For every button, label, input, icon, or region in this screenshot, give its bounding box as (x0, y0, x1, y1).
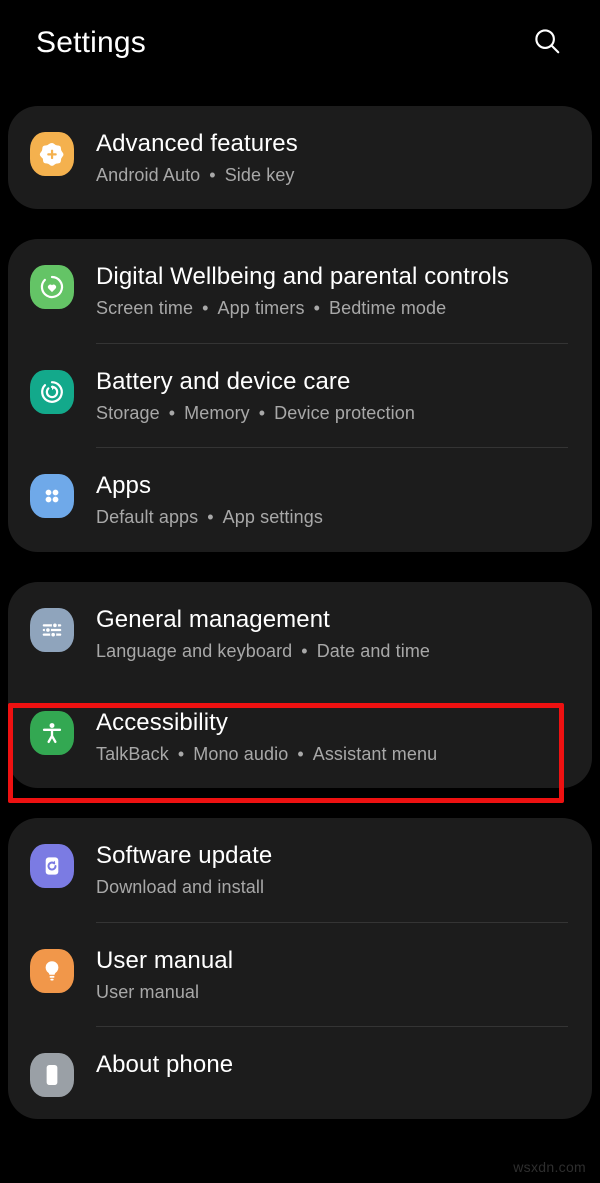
list-item-title: User manual (96, 946, 234, 974)
list-item-title: Digital Wellbeing and parental controls (96, 263, 510, 291)
row-text: Digital Wellbeing and parental controls … (96, 261, 568, 320)
list-item-apps[interactable]: Apps Default apps • App settings (8, 448, 592, 551)
user-manual-icon (30, 948, 74, 993)
card-care: Digital Wellbeing and parental controls … (8, 239, 592, 552)
list-item-subtitle: Language and keyboard • Date and time (96, 640, 431, 661)
digital-wellbeing-icon (30, 265, 74, 310)
card-advanced: Advanced features Android Auto • Side key (8, 106, 592, 210)
accessibility-icon (30, 710, 74, 755)
list-item-accessibility[interactable]: Accessibility TalkBack • Mono audio • Assist… (8, 685, 592, 788)
list-item-title: Software update (96, 842, 273, 870)
list-item-digital-wellbeing[interactable]: Digital Wellbeing and parental controls … (8, 239, 592, 342)
software-update-icon (30, 844, 74, 889)
list-item-subtitle: Screen time • App timers • Bedtime mode (96, 298, 447, 319)
about-phone-icon (30, 1053, 74, 1098)
list-item-subtitle: Download and install (96, 877, 265, 898)
advanced-features-icon (30, 132, 74, 176)
list-item-general-management[interactable]: General management Language and keyboard… (8, 582, 592, 685)
card-about: Software update Download and install Use… (8, 818, 592, 1120)
general-management-icon (30, 607, 74, 652)
settings-list: Manage accounts•Smart Switch Advanced fe (0, 86, 600, 1120)
list-item-battery-device-care[interactable]: Battery and device care Storage • Memory • D… (8, 344, 592, 447)
search-icon (532, 26, 562, 61)
list-item-title: About phone (96, 1051, 234, 1079)
row-text: Accessibility TalkBack • Mono audio • Assist… (96, 707, 568, 766)
list-item-title: General management (96, 605, 330, 633)
list-item-title: Apps (96, 472, 152, 500)
list-item-title: Accessibility (96, 708, 228, 736)
app-header: Settings (0, 0, 600, 86)
settings-scroll-area[interactable]: Manage accounts•Smart Switch Advanced fe (0, 86, 600, 1183)
list-item-software-update[interactable]: Software update Download and install (8, 818, 592, 921)
list-item-about-phone[interactable]: About phone (8, 1027, 592, 1119)
row-text: Battery and device care Storage • Memory • D… (96, 366, 568, 425)
list-item-subtitle: Storage • Memory • Device protection (96, 402, 415, 423)
row-text: User manual User manual (96, 945, 568, 1004)
page-title: Settings (36, 26, 146, 59)
row-text: General management Language and keyboard… (96, 604, 568, 663)
list-item-subtitle: Default apps • App settings (96, 507, 323, 528)
watermark: wsxdn.com (513, 1159, 586, 1175)
row-text: Apps Default apps • App settings (96, 470, 568, 529)
list-item-advanced-features[interactable]: Advanced features Android Auto • Side key (8, 106, 592, 209)
row-text: About phone (96, 1049, 568, 1080)
list-item-title: Advanced features (96, 130, 298, 157)
apps-icon (30, 474, 74, 519)
list-item-subtitle: User manual (96, 981, 200, 1002)
list-item-user-manual[interactable]: User manual User manual (8, 923, 592, 1026)
list-item-title: Battery and device care (96, 367, 351, 395)
card-management: General management Language and keyboard… (8, 581, 592, 789)
row-text: Software update Download and install (96, 840, 568, 899)
battery-device-care-icon (30, 369, 74, 414)
list-item-subtitle: TalkBack • Mono audio • Assistant menu (96, 743, 438, 764)
search-button[interactable] (524, 20, 570, 66)
list-item-subtitle: Android Auto • Side key (96, 165, 295, 185)
row-text: Advanced features Android Auto • Side key (96, 128, 568, 187)
